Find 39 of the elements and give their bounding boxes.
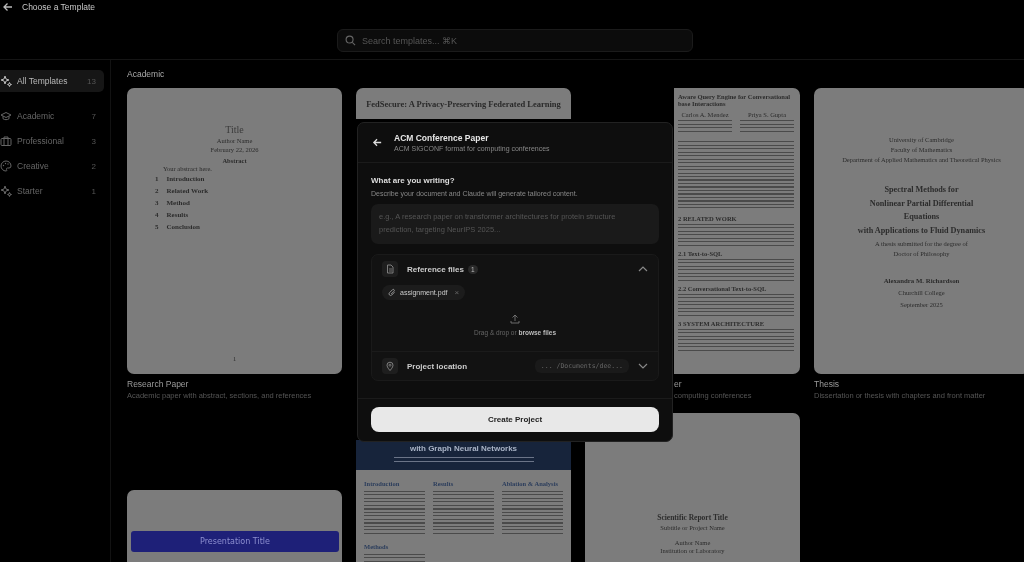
briefcase-icon <box>0 135 12 147</box>
preview-title: Equations <box>902 211 941 223</box>
preview-title: Title <box>224 124 245 135</box>
sidebar-item[interactable]: Professional 3 <box>0 130 104 152</box>
template-name: Research Paper <box>127 379 190 389</box>
sparkle-icon <box>0 185 12 197</box>
chevron-down-icon[interactable] <box>638 363 648 369</box>
graduation-cap-icon <box>0 110 12 122</box>
sidebar-item[interactable]: Academic 7 <box>0 105 104 127</box>
template-preview[interactable]: FedSecure: A Privacy-Preserving Federated Learning <box>356 88 571 119</box>
template-preview[interactable]: Presentation Title <box>127 490 342 562</box>
sidebar-item[interactable]: Starter 1 <box>0 180 104 202</box>
back-arrow-icon[interactable] <box>2 0 14 13</box>
preview-title: FedSecure: A Privacy-Preserving Federated Learning <box>365 99 562 109</box>
page-title: Choose a Template <box>22 1 96 12</box>
back-arrow-icon[interactable] <box>372 137 383 148</box>
prompt-label: What are you writing? <box>371 176 456 185</box>
preview-title: Nonlinear Partial Differential <box>868 197 975 210</box>
paperclip-icon <box>388 288 396 297</box>
slide-title-bar: Presentation Title <box>131 531 339 552</box>
palette-icon <box>0 160 12 172</box>
preview-title: with Applications to Fluid Dynamics <box>856 224 987 237</box>
preview-title: Spectral Methods for <box>883 184 960 196</box>
search-field[interactable]: Search templates... ⌘K <box>337 29 693 52</box>
remove-icon[interactable]: × <box>454 288 460 297</box>
upload-icon <box>510 314 520 324</box>
section-label: Reference files <box>407 264 464 274</box>
section-label: Project location <box>407 361 467 371</box>
dialog-title: ACM Conference Paper <box>394 133 490 143</box>
template-name: er <box>674 379 683 389</box>
document-icon <box>382 261 398 277</box>
chevron-up-icon[interactable] <box>638 266 648 272</box>
sparkle-icon <box>0 75 12 87</box>
create-project-button[interactable]: Create Project <box>371 407 659 432</box>
poster-title: with Graph Neural Networks <box>408 444 519 453</box>
location-pin-icon <box>382 358 398 374</box>
sidebar-item[interactable]: Creative 2 <box>0 155 104 177</box>
template-name: Thesis <box>814 379 841 389</box>
section-heading: Academic <box>127 69 166 79</box>
